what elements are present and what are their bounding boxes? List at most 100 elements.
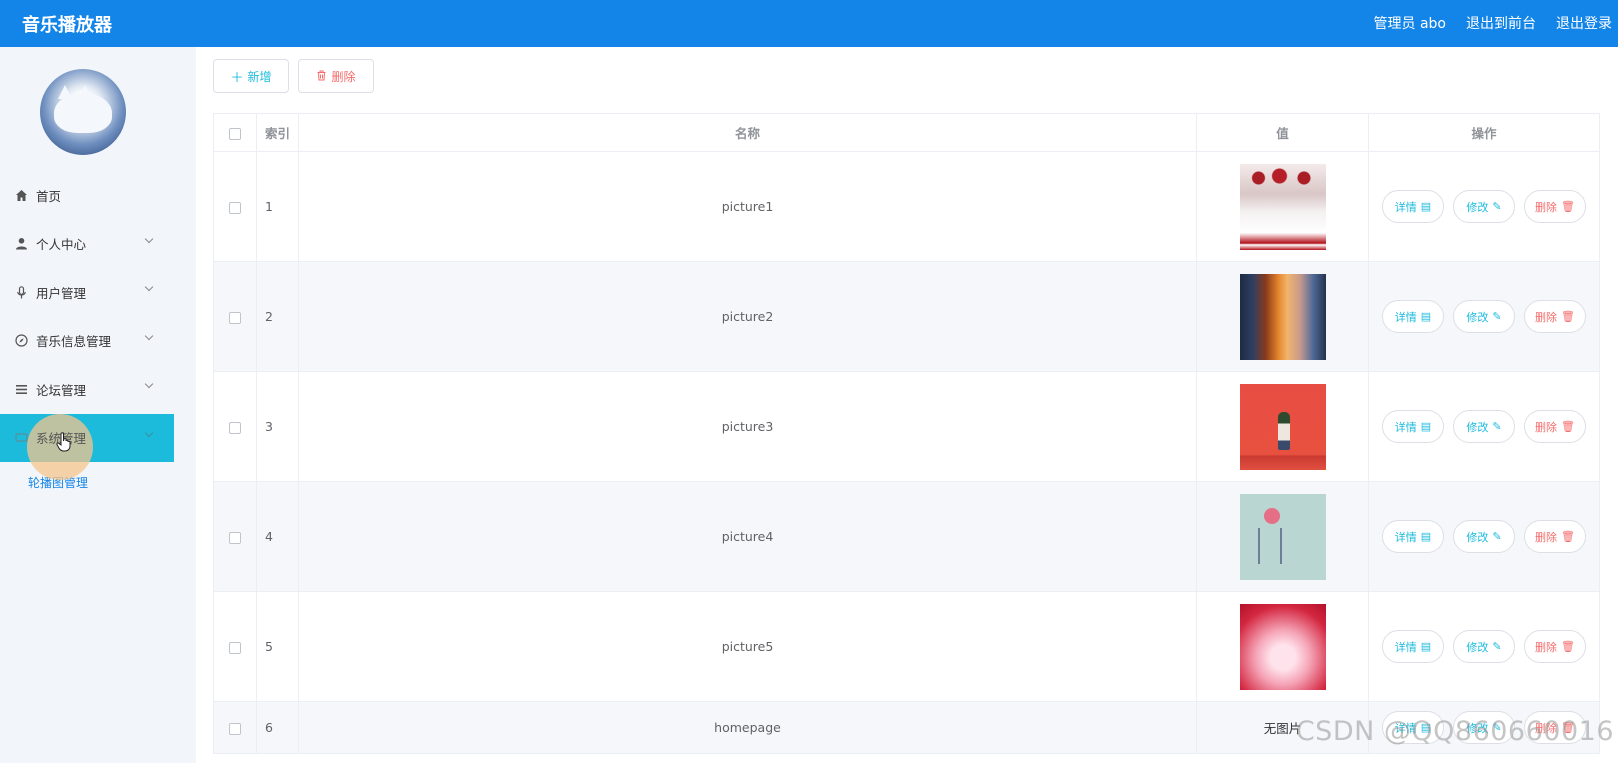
edit-label: 修改 [1466,531,1489,544]
app-title: 音乐播放器 [22,15,112,36]
select-all-cell [213,113,257,152]
row-thumbnail [1239,493,1326,580]
delete-label: 删除 [1535,421,1558,434]
row-checkbox[interactable] [229,722,241,735]
sidebar-item-label: 音乐信息管理 [36,334,112,350]
microphone-icon [14,285,28,299]
header-actions: 管理员 abo 退出到前台 退出登录 [1374,13,1612,33]
submenu-carousel[interactable]: 轮播图管理 [0,462,174,502]
sidebar-item-system[interactable]: 系统管理 [0,413,174,480]
row-thumbnail [1239,383,1326,470]
delete-label: 删除 [1535,201,1558,214]
row-name: picture4 [298,481,1197,592]
row-index: 5 [256,591,299,702]
sidebar-item-music-info[interactable]: 音乐信息管理 [0,317,174,366]
toolbar: ＋ 新增 删除 [213,59,374,93]
row-thumbnail [1239,163,1326,250]
row-checkbox[interactable] [229,531,241,544]
row-name: homepage [298,701,1197,754]
sidebar-item-home[interactable]: 首页 [0,171,174,220]
table-row: 4 picture4 详情 ▤ 修改 ✎ 删除 🗑 [213,481,1600,592]
sidebar-menu: 首页 个人中心 用户管理 音乐信息管理 论坛管理 轮播图管理 [0,171,174,502]
detail-label: 详情 [1394,641,1417,654]
chevron-down-icon [144,428,154,437]
edit-button[interactable]: 修改 ✎ [1453,520,1515,553]
sidebar-item-label: 用户管理 [36,285,87,301]
main-content: ＋ 新增 删除 索引 名称 值 操作 1 picture1 详情 ▤ 修改 ✎ … [196,47,1618,763]
batch-delete-button[interactable]: 删除 [298,59,374,93]
batch-delete-label: 删除 [331,69,356,84]
document-icon: ▤ [1420,201,1432,213]
home-icon [14,188,28,202]
edit-button[interactable]: 修改 ✎ [1453,190,1515,223]
delete-button[interactable]: 删除 🗑 [1524,630,1586,663]
logout-link[interactable]: 退出登录 [1556,13,1612,33]
document-icon: ▤ [1420,421,1432,433]
detail-label: 详情 [1394,201,1417,214]
pencil-icon: ✎ [1492,531,1502,543]
select-all-checkbox[interactable] [229,127,241,140]
row-checkbox[interactable] [229,201,241,214]
frontend-link[interactable]: 退出到前台 [1466,13,1536,33]
edit-button[interactable]: 修改 ✎ [1453,630,1515,663]
pencil-icon: ✎ [1492,421,1502,433]
detail-button[interactable]: 详情 ▤ [1382,520,1444,553]
edit-button[interactable]: 修改 ✎ [1453,410,1515,443]
pencil-icon: ✎ [1492,201,1502,213]
row-index: 6 [256,701,299,754]
edit-label: 修改 [1466,311,1489,324]
compass-icon [14,334,28,348]
edit-button[interactable]: 修改 ✎ [1453,300,1515,333]
row-index: 1 [256,151,299,262]
row-name: picture5 [298,591,1197,702]
data-table: 索引 名称 值 操作 1 picture1 详情 ▤ 修改 ✎ 删除 🗑 2 p… [213,113,1600,754]
row-checkbox[interactable] [229,421,241,434]
row-checkbox[interactable] [229,311,241,324]
top-header: 音乐播放器 管理员 abo 退出到前台 退出登录 [0,0,1618,47]
sidebar-item-forum[interactable]: 论坛管理 [0,365,174,414]
document-icon: ▤ [1420,531,1432,543]
row-checkbox[interactable] [229,641,241,654]
detail-label: 详情 [1394,421,1417,434]
menu-lines-icon [14,382,28,396]
detail-button[interactable]: 详情 ▤ [1382,410,1444,443]
sidebar: 首页 个人中心 用户管理 音乐信息管理 论坛管理 轮播图管理 [0,47,196,763]
delete-label: 删除 [1535,531,1558,544]
delete-button[interactable]: 删除 🗑 [1524,520,1586,553]
column-header-value: 值 [1196,113,1369,152]
row-thumbnail [1239,273,1326,360]
add-button[interactable]: ＋ 新增 [213,59,289,93]
table-row: 3 picture3 详情 ▤ 修改 ✎ 删除 🗑 [213,371,1600,482]
pencil-icon: ✎ [1492,311,1502,323]
sidebar-item-users[interactable]: 用户管理 [0,268,174,317]
detail-label: 详情 [1394,311,1417,324]
delete-button[interactable]: 删除 🗑 [1524,300,1586,333]
trash-icon [316,69,327,84]
detail-label: 详情 [1394,531,1417,544]
table-row: 2 picture2 详情 ▤ 修改 ✎ 删除 🗑 [213,261,1600,372]
plus-icon: ＋ [230,69,244,85]
edit-label: 修改 [1466,201,1489,214]
detail-button[interactable]: 详情 ▤ [1382,630,1444,663]
document-icon: ▤ [1420,641,1432,653]
avatar [40,69,126,155]
detail-button[interactable]: 详情 ▤ [1382,190,1444,223]
chevron-down-icon [144,331,154,340]
trash-icon: 🗑 [1561,421,1575,433]
delete-button[interactable]: 删除 🗑 [1524,410,1586,443]
sidebar-item-profile[interactable]: 个人中心 [0,220,174,269]
pencil-icon: ✎ [1492,641,1502,653]
row-index: 3 [256,371,299,482]
sidebar-item-label: 论坛管理 [36,382,87,398]
edit-label: 修改 [1466,421,1489,434]
trash-icon: 🗑 [1561,641,1575,653]
chevron-down-icon [144,234,154,243]
document-icon: ▤ [1420,311,1432,323]
sidebar-item-label: 首页 [36,188,62,204]
detail-button[interactable]: 详情 ▤ [1382,300,1444,333]
delete-button[interactable]: 删除 🗑 [1524,190,1586,223]
column-header-actions: 操作 [1368,113,1600,152]
settings-icon [14,431,28,445]
chevron-down-icon [144,379,154,389]
table-header-row: 索引 名称 值 操作 [213,113,1600,152]
